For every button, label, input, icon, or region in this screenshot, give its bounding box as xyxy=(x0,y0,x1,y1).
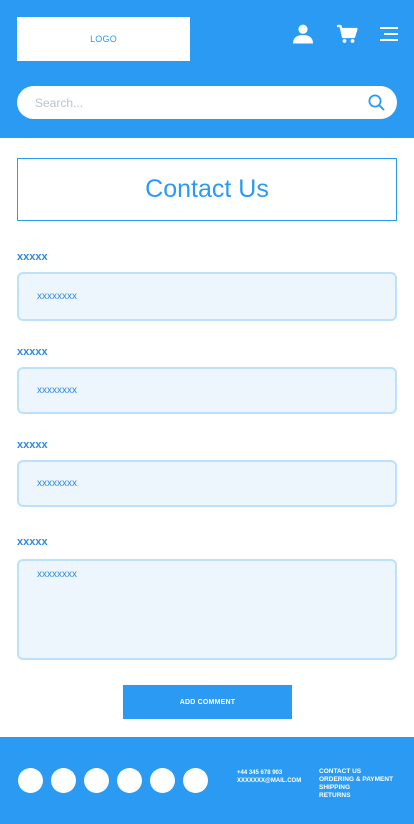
text-input-2[interactable] xyxy=(37,369,385,412)
search-input[interactable] xyxy=(35,86,365,119)
field-label-4: xxxxx xyxy=(17,536,48,548)
page-title-box: Contact Us xyxy=(17,158,397,221)
page-title: Contact Us xyxy=(145,175,269,203)
comment-field xyxy=(17,559,397,660)
footer-link-shipping[interactable]: SHIPPING xyxy=(319,784,393,792)
email-address[interactable]: XXXXXXX@MAIL.COM xyxy=(237,777,301,785)
user-icon[interactable] xyxy=(292,24,314,44)
form-field-3 xyxy=(17,460,397,507)
field-label-1: xxxxx xyxy=(17,251,48,263)
form-field-1 xyxy=(17,272,397,321)
social-icon-2[interactable] xyxy=(51,768,76,793)
logo[interactable]: LOGO xyxy=(17,17,190,61)
social-icon-6[interactable] xyxy=(183,768,208,793)
text-input-3[interactable] xyxy=(37,462,385,505)
social-links xyxy=(18,768,208,793)
site-header: LOGO xyxy=(0,0,414,138)
footer-link-returns[interactable]: RETURNS xyxy=(319,792,393,800)
search-icon[interactable] xyxy=(368,94,385,111)
social-icon-1[interactable] xyxy=(18,768,43,793)
site-footer: +44 345 678 903 XXXXXXX@MAIL.COM CONTACT… xyxy=(0,737,414,824)
search-bar xyxy=(17,86,397,119)
social-icon-3[interactable] xyxy=(84,768,109,793)
menu-icon[interactable] xyxy=(380,26,398,42)
form-field-2 xyxy=(17,367,397,414)
footer-link-ordering-payment[interactable]: ORDERING & PAYMENT xyxy=(319,776,393,784)
social-icon-5[interactable] xyxy=(150,768,175,793)
footer-link-contact-us[interactable]: CONTACT US xyxy=(319,768,393,776)
phone-number: +44 345 678 903 xyxy=(237,770,283,776)
contact-page: LOGO Search... Contact Us xxxxx xxxxxxxx… xyxy=(0,0,414,824)
field-label-2: xxxxx xyxy=(17,346,48,358)
text-input-1[interactable] xyxy=(37,274,385,319)
cart-icon[interactable] xyxy=(336,24,358,44)
social-icon-4[interactable] xyxy=(117,768,142,793)
contact-info: +44 345 678 903 XXXXXXX@MAIL.COM xyxy=(237,769,301,785)
footer-nav: CONTACT US ORDERING & PAYMENT SHIPPING R… xyxy=(319,768,393,800)
logo-text: LOGO xyxy=(90,34,117,44)
comment-textarea[interactable] xyxy=(37,569,385,649)
field-label-3: xxxxx xyxy=(17,439,48,451)
add-comment-button[interactable]: ADD COMMENT xyxy=(123,685,292,719)
